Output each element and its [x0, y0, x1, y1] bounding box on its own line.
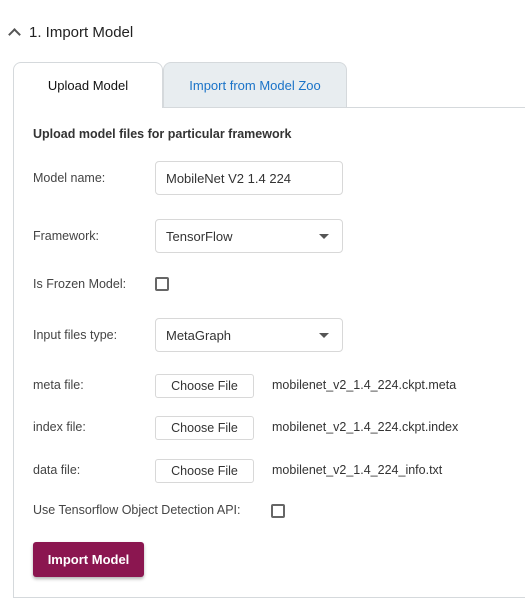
section-header[interactable]: 1. Import Model: [8, 21, 133, 43]
dropdown-arrow-icon: [319, 234, 329, 239]
dropdown-arrow-icon: [319, 333, 329, 338]
data-file-choose-button[interactable]: Choose File: [155, 459, 254, 483]
od-api-checkbox[interactable]: [271, 504, 285, 518]
index-file-choose-button[interactable]: Choose File: [155, 416, 254, 440]
model-name-label: Model name:: [33, 171, 106, 185]
section-title: 1. Import Model: [29, 23, 134, 41]
od-api-label: Use Tensorflow Object Detection API:: [33, 503, 241, 517]
data-file-label: data file:: [33, 463, 81, 477]
frozen-model-label: Is Frozen Model:: [33, 277, 127, 291]
meta-file-label: meta file:: [33, 378, 84, 392]
framework-select[interactable]: TensorFlow: [155, 219, 343, 253]
form-subtitle: Upload model files for particular framew…: [33, 127, 292, 141]
input-files-type-label: Input files type:: [33, 328, 118, 342]
input-files-type-value: MetaGraph: [166, 327, 232, 343]
chevron-up-icon[interactable]: [8, 27, 21, 41]
frozen-model-checkbox[interactable]: [155, 277, 169, 291]
tab-import-from-model-zoo[interactable]: Import from Model Zoo: [163, 62, 347, 108]
tab-upload-model[interactable]: Upload Model: [13, 62, 163, 108]
meta-file-choose-button[interactable]: Choose File: [155, 374, 254, 398]
data-file-name: mobilenet_v2_1.4_224_info.txt: [272, 463, 443, 477]
meta-file-name: mobilenet_v2_1.4_224.ckpt.meta: [272, 378, 457, 392]
input-files-type-select[interactable]: MetaGraph: [155, 318, 343, 352]
framework-value: TensorFlow: [166, 228, 233, 244]
import-model-button[interactable]: Import Model: [33, 542, 144, 577]
index-file-label: index file:: [33, 420, 86, 434]
model-name-value: MobileNet V2 1.4 224: [166, 170, 292, 186]
index-file-name: mobilenet_v2_1.4_224.ckpt.index: [272, 420, 459, 434]
framework-label: Framework:: [33, 229, 99, 243]
model-name-input[interactable]: MobileNet V2 1.4 224: [155, 161, 343, 195]
